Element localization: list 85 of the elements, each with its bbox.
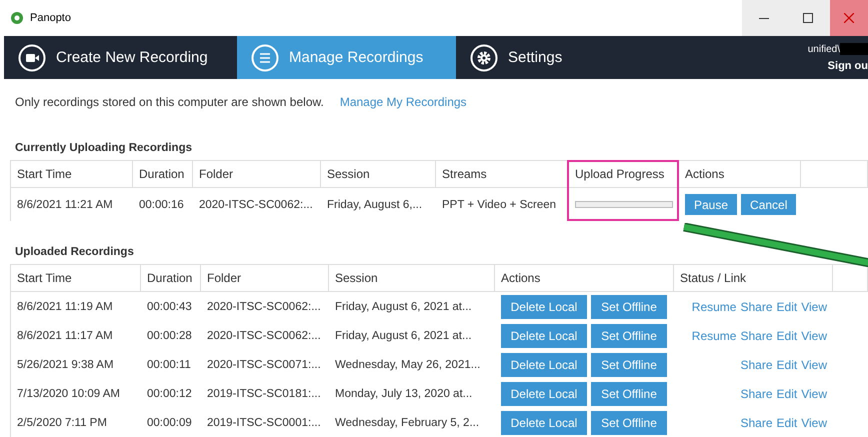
nav-tab[interactable]: Settings xyxy=(456,36,576,79)
table-cell-text: 7/13/2020 10:09 AM xyxy=(16,386,121,402)
action-button[interactable]: Set Offline xyxy=(591,294,667,318)
table-cell-text: PPT + Video + Screen xyxy=(441,198,558,212)
close-icon xyxy=(844,13,854,23)
table-cell-text: 8/6/2021 11:19 AM xyxy=(16,300,114,314)
app-logo-icon xyxy=(10,11,24,25)
column-header: Session xyxy=(329,265,495,292)
manage-link[interactable]: Manage My Recordings xyxy=(340,95,467,109)
info-text: Only recordings stored on this computer are shown below. xyxy=(15,95,324,109)
action-button[interactable]: Cancel xyxy=(741,194,796,215)
table-cell-text: 2/5/2020 7:11 PM xyxy=(16,416,108,430)
table-cell-text: 00:00:09 xyxy=(146,416,193,430)
action-button[interactable]: Set Offline xyxy=(591,352,667,376)
status-link[interactable]: View xyxy=(801,358,827,372)
table-cell-text: 00:00:28 xyxy=(146,328,193,344)
action-button[interactable]: Delete Local xyxy=(501,352,587,376)
status-link[interactable]: Edit xyxy=(776,328,798,342)
column-header: Actions xyxy=(495,265,674,292)
nav-tab[interactable]: Manage Recordings xyxy=(237,36,456,79)
status-link[interactable]: Edit xyxy=(776,300,798,314)
settings-icon xyxy=(470,44,498,72)
maximize-button[interactable] xyxy=(786,0,830,36)
status-link[interactable]: View xyxy=(801,386,827,400)
list-icon xyxy=(251,44,279,72)
status-link[interactable]: Edit xyxy=(776,358,798,372)
column-header: Folder xyxy=(201,265,329,292)
action-button[interactable]: Pause xyxy=(685,194,738,215)
table-cell-text: 00:00:43 xyxy=(146,300,193,314)
empty-column-header xyxy=(833,265,868,292)
status-link[interactable]: Share xyxy=(740,358,773,372)
table-cell-text: Friday, August 6, 2021 at... xyxy=(334,328,473,344)
table-cell-text: 00:00:16 xyxy=(138,198,185,212)
action-button[interactable]: Delete Local xyxy=(501,324,587,348)
video-camera-icon xyxy=(18,44,46,72)
column-header: Session xyxy=(321,161,436,188)
action-button[interactable]: Delete Local xyxy=(501,294,587,318)
status-link[interactable]: View xyxy=(801,300,827,314)
column-header: Duration xyxy=(133,161,193,188)
table-cell-text: 8/6/2021 11:17 AM xyxy=(16,328,114,344)
column-header: Actions xyxy=(679,161,801,188)
action-button[interactable]: Set Offline xyxy=(591,382,667,406)
column-header: Start Time xyxy=(11,161,133,188)
status-link[interactable]: Edit xyxy=(776,386,798,400)
table-cell-text: 5/26/2021 9:38 AM xyxy=(16,358,115,372)
status-link[interactable]: Share xyxy=(740,416,773,430)
status-link[interactable]: Edit xyxy=(776,416,798,430)
table-cell-text: Wednesday, February 5, 2... xyxy=(334,416,480,430)
column-header: Folder xyxy=(193,161,321,188)
table-cell-text: 00:00:12 xyxy=(146,386,193,402)
action-button[interactable]: Set Offline xyxy=(591,324,667,348)
column-header: Start Time xyxy=(11,265,141,292)
table-cell-text: Monday, July 13, 2020 at... xyxy=(334,386,474,402)
sign-out-link[interactable]: Sign ou xyxy=(828,60,868,72)
table-cell-text: 8/6/2021 11:21 AM xyxy=(16,198,114,212)
maximize-icon xyxy=(803,13,813,23)
action-button[interactable]: Delete Local xyxy=(501,410,587,434)
action-button[interactable]: Delete Local xyxy=(501,382,587,406)
section-title: Uploaded Recordings xyxy=(14,246,135,260)
table-cell-text: Friday, August 6, 2021 at... xyxy=(334,300,473,314)
table-cell-text: 2020-ITSC-SC0062:... xyxy=(198,198,314,212)
table-cell-text: 00:00:11 xyxy=(146,358,192,372)
status-link[interactable]: Share xyxy=(740,300,773,314)
table-cell-text: Wednesday, May 26, 2021... xyxy=(334,358,482,372)
status-link[interactable]: View xyxy=(801,416,827,430)
nav-tab[interactable]: Create New Recording xyxy=(4,36,237,79)
status-link[interactable]: View xyxy=(801,328,827,342)
user-name: unified\ xyxy=(808,44,840,54)
table-cell-text: 2019-ITSC-SC0181:... xyxy=(206,386,322,402)
column-header: Streams xyxy=(436,161,569,188)
action-button[interactable]: Set Offline xyxy=(591,410,667,434)
table-cell-text: Friday, August 6,... xyxy=(326,198,424,212)
status-link[interactable]: Share xyxy=(740,328,773,342)
table-cell-text: 2020-ITSC-SC0062:... xyxy=(206,328,322,344)
status-link[interactable]: Share xyxy=(740,386,773,400)
column-header: Status / Link xyxy=(674,265,833,292)
table-cell-text: 2019-ITSC-SC0001:... xyxy=(206,416,322,430)
table-cell-text: 2020-ITSC-SC0062:... xyxy=(206,300,322,314)
table-cell-text: 2020-ITSC-SC0071:... xyxy=(206,358,322,372)
column-header: Duration xyxy=(141,265,201,292)
status-link[interactable]: Resume xyxy=(692,328,736,342)
redaction-block xyxy=(840,43,868,55)
status-link[interactable]: Resume xyxy=(692,300,736,314)
window-title: Panopto xyxy=(30,12,71,24)
section-title: Currently Uploading Recordings xyxy=(14,142,193,156)
